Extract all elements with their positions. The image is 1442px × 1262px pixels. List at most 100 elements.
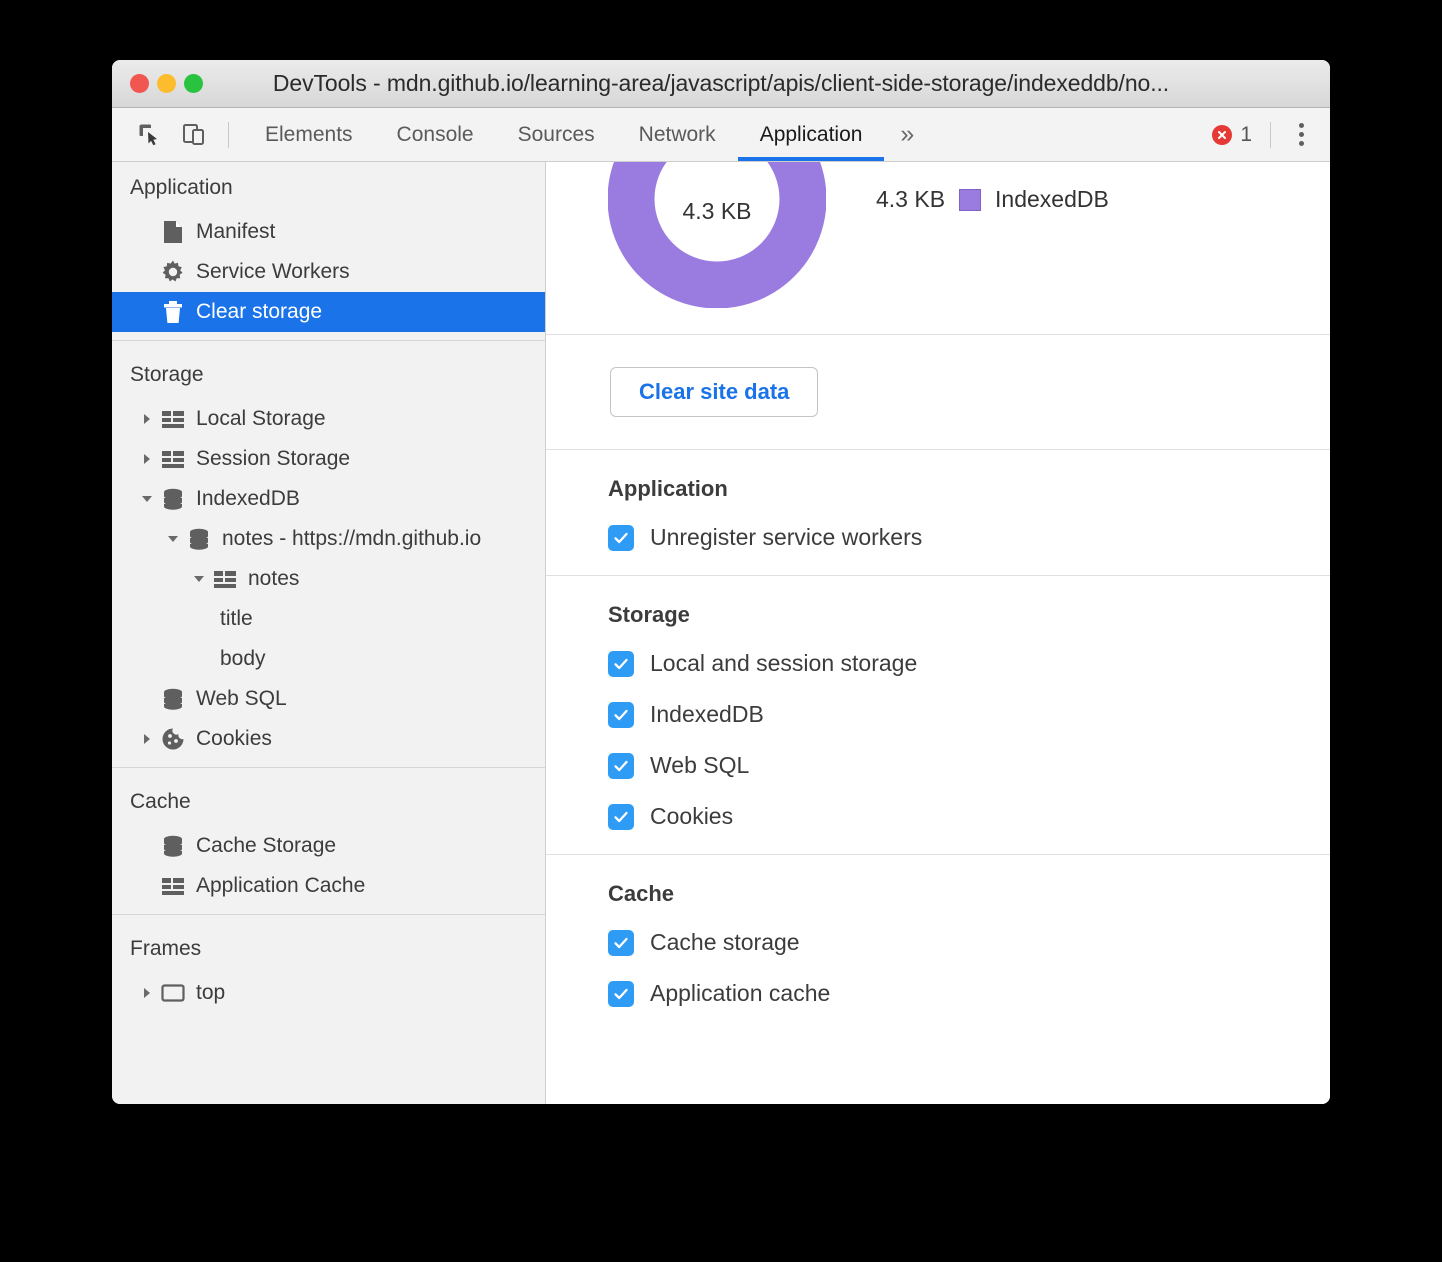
device-toolbar-icon[interactable] bbox=[174, 115, 214, 155]
sidebar-item-index-body[interactable]: body bbox=[112, 639, 545, 679]
option-row-web-sql[interactable]: Web SQL bbox=[608, 752, 1330, 779]
table-icon bbox=[212, 566, 238, 592]
database-icon bbox=[186, 526, 212, 552]
option-group-storage: Storage Local and session storage Indexe… bbox=[546, 576, 1330, 855]
option-label: Web SQL bbox=[650, 752, 750, 778]
option-row-local-and-session-storage[interactable]: Local and session storage bbox=[608, 650, 1330, 677]
frame-icon bbox=[160, 980, 186, 1006]
chevron-down-icon[interactable] bbox=[138, 490, 156, 508]
panel-tabs: Elements Console Sources Network Applica… bbox=[243, 108, 930, 161]
tab-application[interactable]: Application bbox=[737, 108, 885, 161]
sidebar-item-notes-database[interactable]: notes - https://mdn.github.io bbox=[112, 519, 545, 559]
checkbox-web-sql[interactable] bbox=[608, 752, 634, 779]
sidebar-item-label: title bbox=[220, 607, 253, 630]
sidebar-item-index-title[interactable]: title bbox=[112, 599, 545, 639]
sidebar-item-label: Cookies bbox=[196, 727, 272, 750]
sidebar-item-label: body bbox=[220, 647, 266, 670]
option-label: Cookies bbox=[650, 803, 734, 829]
sidebar-item-label: notes - https://mdn.github.io bbox=[222, 527, 482, 550]
chevron-right-icon[interactable] bbox=[138, 450, 156, 468]
checkbox-application-cache[interactable] bbox=[608, 980, 634, 1007]
clear-site-data-block: Clear site data bbox=[546, 335, 1330, 450]
error-count: 1 bbox=[1240, 122, 1252, 146]
sidebar-item-top-frame[interactable]: top bbox=[112, 973, 545, 1013]
sidebar-item-label: IndexedDB bbox=[196, 487, 300, 510]
checkbox-unregister-service-workers[interactable] bbox=[608, 524, 634, 551]
toolbar-right-group: 1 bbox=[1212, 117, 1330, 152]
sidebar-item-notes-store[interactable]: notes bbox=[112, 559, 545, 599]
legend-label: IndexedDB bbox=[995, 186, 1109, 212]
tab-sources[interactable]: Sources bbox=[496, 108, 617, 161]
window-title: DevTools - mdn.github.io/learning-area/j… bbox=[272, 70, 1170, 96]
sidebar-item-clear-storage[interactable]: Clear storage bbox=[112, 292, 545, 332]
chevron-down-icon[interactable] bbox=[164, 530, 182, 548]
checkbox-cookies[interactable] bbox=[608, 803, 634, 830]
option-group-title: Cache bbox=[608, 881, 675, 906]
table-icon bbox=[160, 406, 186, 432]
checkbox-local-and-session-storage[interactable] bbox=[608, 650, 634, 677]
sidebar-header-cache: Cache bbox=[130, 790, 191, 813]
clear-site-data-button[interactable]: Clear site data bbox=[610, 367, 819, 417]
checkbox-cache-storage[interactable] bbox=[608, 929, 634, 956]
option-group-application: Application Unregister service workers bbox=[546, 450, 1330, 576]
error-badge[interactable]: 1 bbox=[1212, 123, 1252, 147]
option-label: Cache storage bbox=[650, 929, 800, 955]
sidebar-item-manifest[interactable]: Manifest bbox=[112, 212, 545, 252]
sidebar-item-label: Local Storage bbox=[196, 407, 326, 430]
sidebar-item-label: notes bbox=[248, 567, 300, 590]
sidebar-item-indexeddb[interactable]: IndexedDB bbox=[112, 479, 545, 519]
option-row-indexeddb[interactable]: IndexedDB bbox=[608, 701, 1330, 728]
application-sidebar: Application Manifest Service Workers Cle… bbox=[112, 162, 546, 1104]
sidebar-item-cache-storage[interactable]: Cache Storage bbox=[112, 826, 545, 866]
option-group-title: Application bbox=[608, 476, 728, 501]
gear-icon bbox=[160, 259, 186, 285]
database-icon bbox=[160, 486, 186, 512]
option-group-cache: Cache Cache storage Application cache bbox=[546, 855, 1330, 1031]
sidebar-item-web-sql[interactable]: Web SQL bbox=[112, 679, 545, 719]
option-row-cache-storage[interactable]: Cache storage bbox=[608, 929, 1330, 956]
chevron-down-icon[interactable] bbox=[190, 570, 208, 588]
sidebar-item-label: top bbox=[196, 981, 226, 1004]
sidebar-item-label: Cache Storage bbox=[196, 834, 337, 857]
sidebar-item-application-cache[interactable]: Application Cache bbox=[112, 866, 545, 906]
sidebar-divider bbox=[112, 767, 545, 768]
sidebar-section-cache: Cache Cache Storage Application Cache bbox=[112, 776, 545, 906]
option-row-unregister-service-workers[interactable]: Unregister service workers bbox=[608, 524, 1330, 551]
sidebar-header-frames: Frames bbox=[130, 937, 202, 960]
sidebar-item-label: Session Storage bbox=[196, 447, 351, 470]
toolbar-right-divider bbox=[1270, 121, 1271, 148]
document-icon bbox=[160, 219, 186, 245]
sidebar-item-local-storage[interactable]: Local Storage bbox=[112, 399, 545, 439]
sidebar-divider bbox=[112, 340, 545, 341]
sidebar-header-storage: Storage bbox=[130, 363, 204, 386]
inspect-element-icon[interactable] bbox=[130, 115, 170, 155]
database-icon bbox=[160, 833, 186, 859]
devtools-toolbar: Elements Console Sources Network Applica… bbox=[112, 108, 1330, 162]
option-row-application-cache[interactable]: Application cache bbox=[608, 980, 1330, 1007]
option-row-cookies[interactable]: Cookies bbox=[608, 803, 1330, 830]
chevron-right-icon[interactable] bbox=[138, 984, 156, 1002]
title-bar: DevTools - mdn.github.io/learning-area/j… bbox=[112, 60, 1330, 108]
option-group-title: Storage bbox=[608, 602, 690, 627]
chevron-right-icon[interactable] bbox=[138, 730, 156, 748]
checkbox-indexeddb[interactable] bbox=[608, 701, 634, 728]
sidebar-item-session-storage[interactable]: Session Storage bbox=[112, 439, 545, 479]
devtools-window: DevTools - mdn.github.io/learning-area/j… bbox=[112, 60, 1330, 1104]
sidebar-section-frames: Frames top bbox=[112, 923, 545, 1013]
tab-network[interactable]: Network bbox=[617, 108, 738, 161]
legend-value: 4.3 KB bbox=[876, 186, 946, 212]
storage-usage-block: 4.3 KB 4.3 KB IndexedDB bbox=[546, 162, 1330, 335]
tab-console[interactable]: Console bbox=[375, 108, 496, 161]
kebab-menu-icon[interactable] bbox=[1289, 117, 1314, 152]
more-tabs-icon[interactable]: » bbox=[884, 108, 930, 161]
legend-color-swatch-icon bbox=[959, 188, 982, 211]
sidebar-item-service-workers[interactable]: Service Workers bbox=[112, 252, 545, 292]
tab-elements[interactable]: Elements bbox=[243, 108, 375, 161]
sidebar-item-cookies[interactable]: Cookies bbox=[112, 719, 545, 759]
toolbar-divider bbox=[228, 121, 229, 148]
cookie-icon bbox=[160, 726, 186, 752]
table-icon bbox=[160, 873, 186, 899]
donut-total-label: 4.3 KB bbox=[682, 198, 752, 224]
option-label: Application cache bbox=[650, 980, 831, 1006]
chevron-right-icon[interactable] bbox=[138, 410, 156, 428]
